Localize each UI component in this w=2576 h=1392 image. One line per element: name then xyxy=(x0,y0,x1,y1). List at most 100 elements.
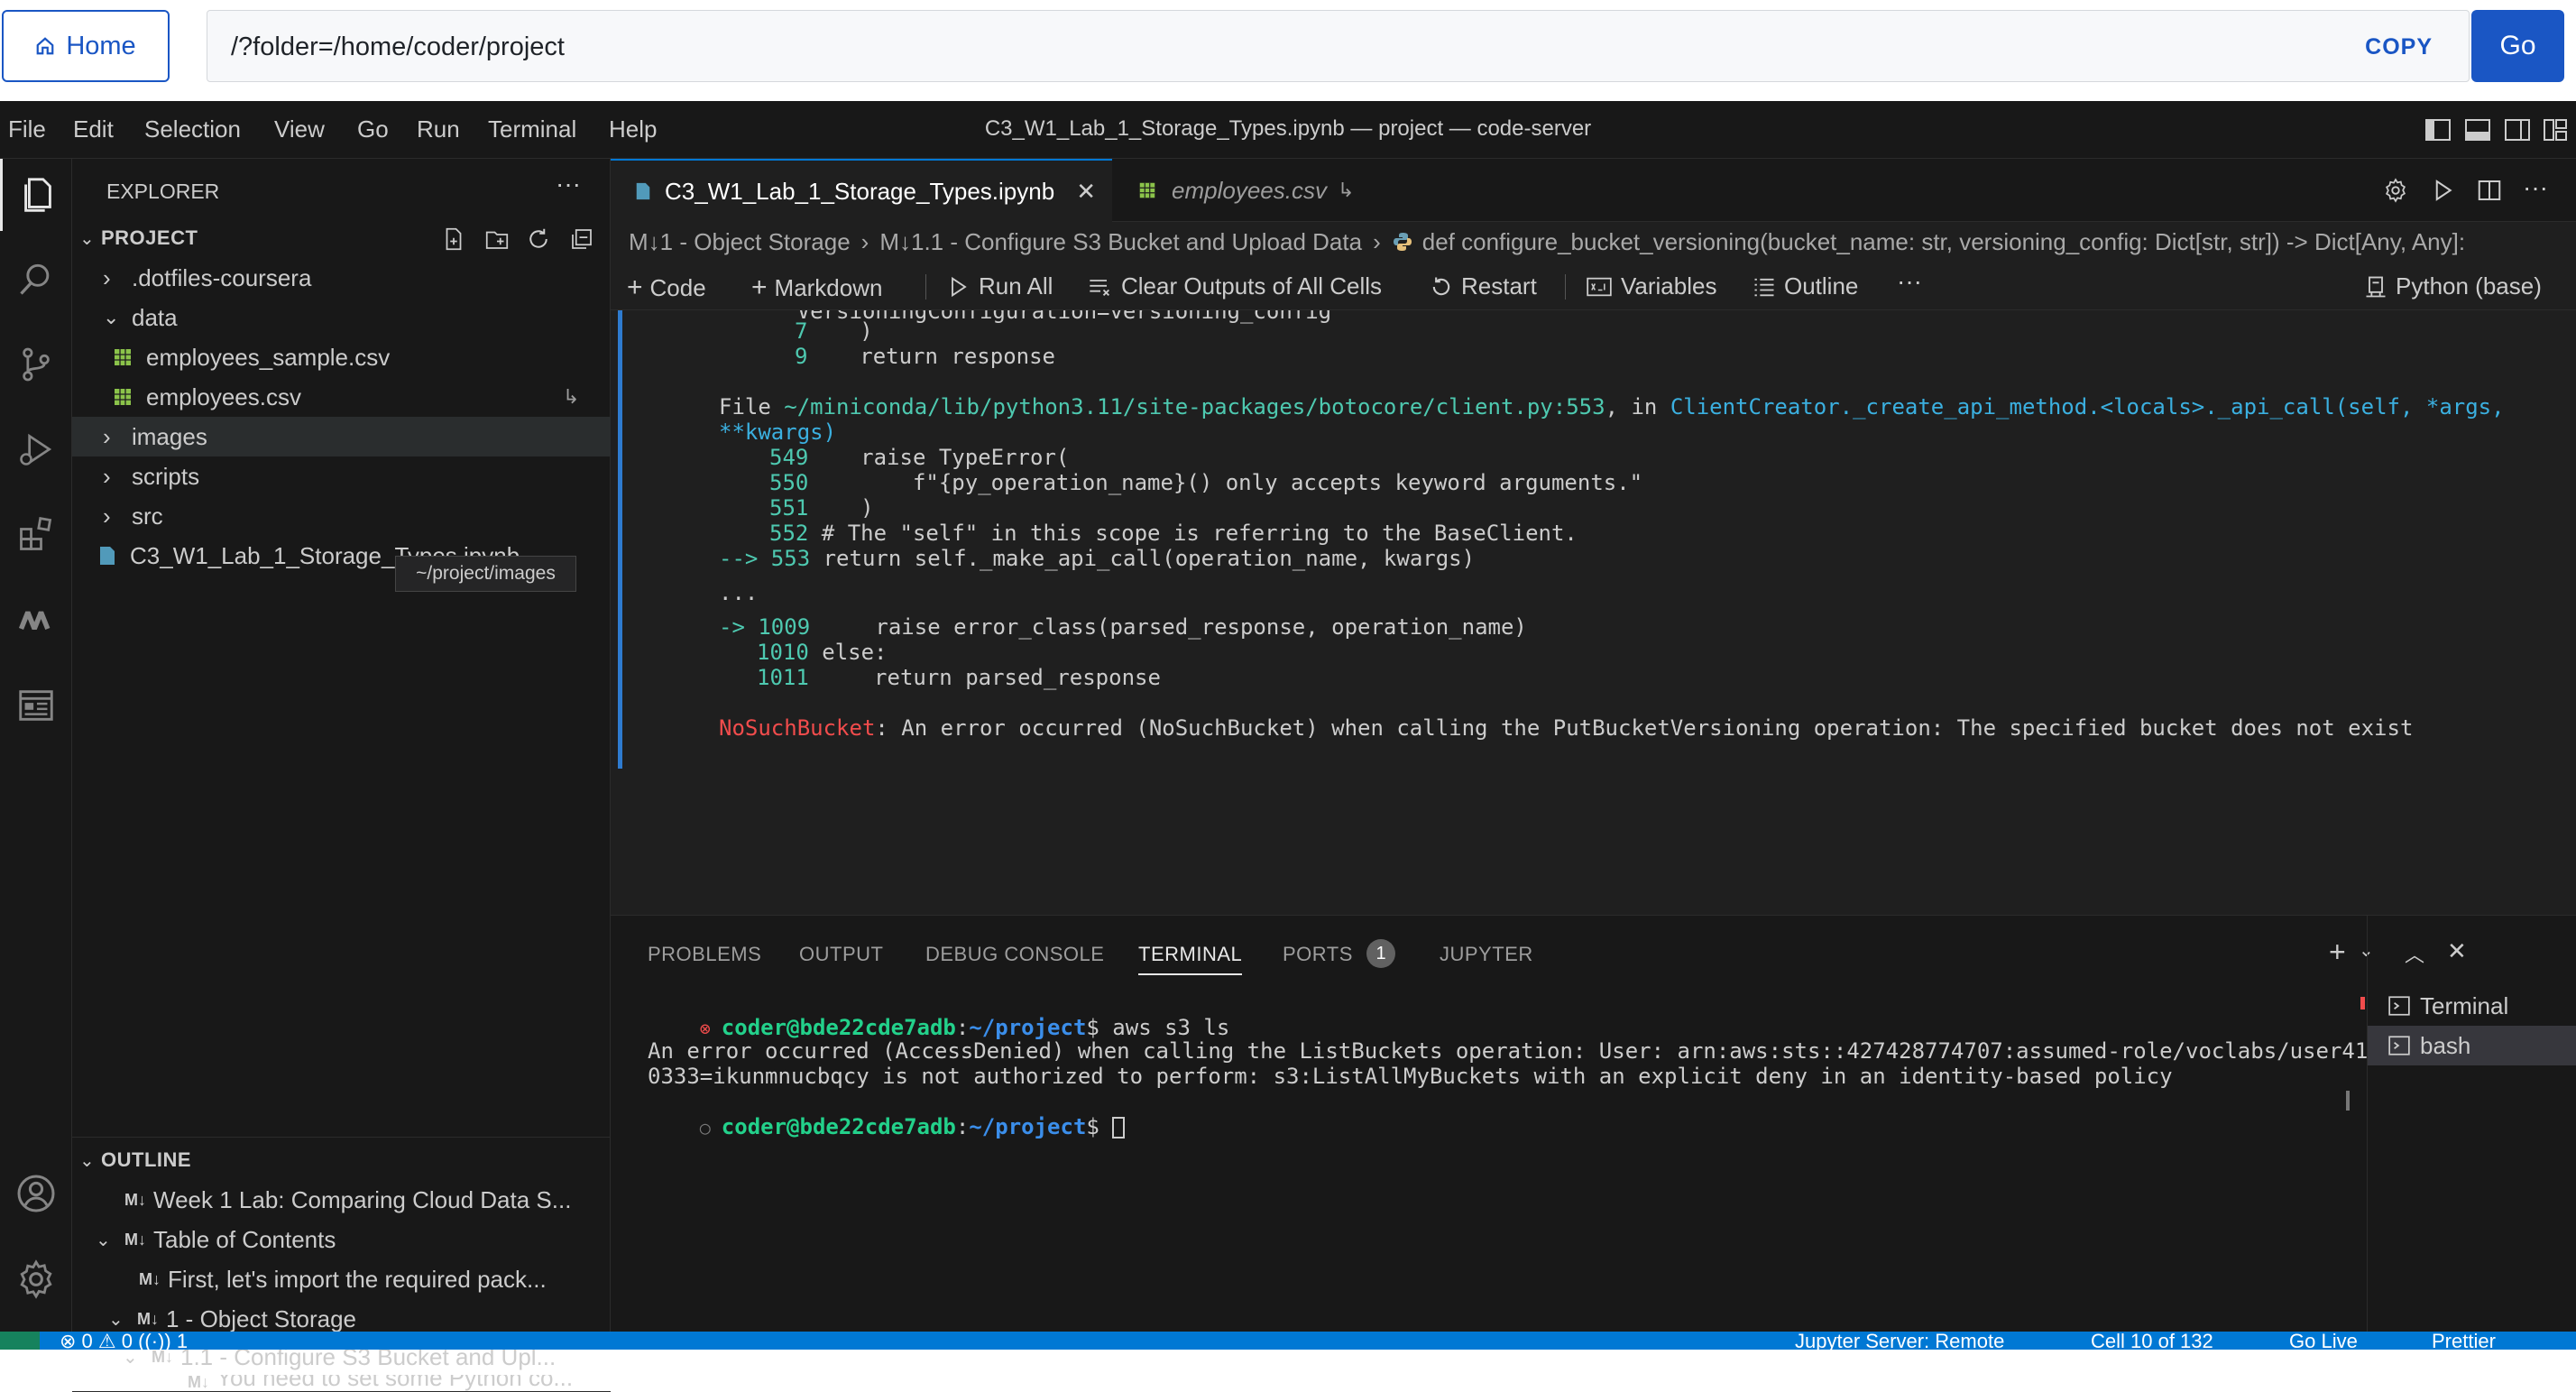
more-actions-icon[interactable]: ··· xyxy=(2523,173,2548,202)
terminal-line: ○ coder@bde22cde7adb:~/project$ xyxy=(621,1089,1126,1165)
notebook-toolbar: + Code + Markdown Run All Clear Outputs … xyxy=(611,262,2576,310)
tab-problems[interactable]: PROBLEMS xyxy=(648,943,761,966)
file-path-link[interactable]: ~/miniconda/lib/python3.11/site-packages… xyxy=(784,394,1605,419)
code-text: ) xyxy=(807,318,873,344)
copy-button[interactable]: COPY xyxy=(2365,34,2433,60)
extensions-icon[interactable] xyxy=(0,498,72,570)
tree-item-scripts[interactable]: › scripts xyxy=(72,456,611,496)
tab-terminal[interactable]: TERMINAL xyxy=(1138,943,1243,975)
go-button[interactable]: Go xyxy=(2471,10,2564,82)
variables-button[interactable]: Variables xyxy=(1585,272,1716,300)
tab-label: employees.csv xyxy=(1172,176,1327,204)
preview-panel-icon[interactable] xyxy=(0,669,72,742)
csv-file-icon xyxy=(1139,182,1155,198)
chevron-down-icon: ⌄ xyxy=(79,228,95,249)
close-icon[interactable]: ✕ xyxy=(1076,178,1096,206)
run-debug-icon[interactable] xyxy=(0,413,72,485)
tab-notebook[interactable]: C3_W1_Lab_1_Storage_Types.ipynb ✕ xyxy=(611,159,1112,222)
tree-item-images[interactable]: › images xyxy=(72,417,611,456)
outline-item-label: Table of Contents xyxy=(153,1225,336,1253)
markdown-icon: M↓ xyxy=(152,1347,173,1366)
chevron-down-icon: ⌄ xyxy=(103,306,120,328)
add-markdown-cell-button[interactable]: + Markdown xyxy=(751,272,882,303)
status-bar: ⊗ 0 ⚠ 0 ((·)) 1 Jupyter Server: Remote C… xyxy=(0,1332,2576,1350)
settings-gear-icon[interactable] xyxy=(2382,177,2409,204)
terminal-list-item[interactable]: bash xyxy=(2368,1026,2576,1065)
explorer-more-icon[interactable]: ··· xyxy=(556,170,581,198)
more-actions-icon[interactable]: ··· xyxy=(1897,267,1922,296)
split-editor-icon[interactable] xyxy=(2476,177,2503,204)
outline-item[interactable]: M↓ First, let's import the required pack… xyxy=(72,1259,611,1299)
problems-status[interactable]: ⊗ 0 ⚠ 0 ((·)) 1 xyxy=(60,1332,188,1350)
code-text: raise TypeError( xyxy=(808,445,1070,470)
clear-outputs-button[interactable]: Clear Outputs of All Cells xyxy=(1087,272,1382,300)
tab-employees-csv[interactable]: employees.csv ↳ xyxy=(1114,159,1401,222)
outline-section-header[interactable]: ⌄ OUTLINE xyxy=(72,1140,611,1180)
chevron-down-icon: ⌄ xyxy=(79,1150,95,1171)
home-button[interactable]: Home xyxy=(2,10,170,82)
tab-output[interactable]: OUTPUT xyxy=(799,943,883,966)
add-code-cell-button[interactable]: + Code xyxy=(627,272,706,303)
tab-ports[interactable]: PORTS xyxy=(1283,943,1353,966)
jupyter-server-status[interactable]: Jupyter Server: Remote xyxy=(1795,1332,2004,1350)
tree-item-label: employees.csv xyxy=(146,383,301,410)
restart-button[interactable]: Restart xyxy=(1429,272,1537,300)
toolbar-label: Clear Outputs of All Cells xyxy=(1121,272,1383,300)
tree-item-src[interactable]: › src xyxy=(72,496,611,536)
outline-item[interactable]: M↓ Week 1 Lab: Comparing Cloud Data S... xyxy=(72,1180,611,1220)
list-icon xyxy=(1754,278,1774,296)
terminal-scrollbar[interactable] xyxy=(2346,1091,2350,1111)
new-file-icon[interactable] xyxy=(440,226,467,253)
breadcrumb-item[interactable]: M↓1 - Object Storage xyxy=(629,228,851,256)
go-live-status[interactable]: Go Live xyxy=(2289,1332,2358,1350)
symlink-arrow-icon: ↳ xyxy=(563,385,580,408)
tree-item-data[interactable]: ⌄ data xyxy=(72,298,611,337)
explorer-sidebar: EXPLORER ··· ⌄ PROJECT › .dotfiles-cours… xyxy=(72,159,611,1392)
terminal-list-item[interactable]: Terminal xyxy=(2368,986,2576,1026)
url-input[interactable]: /?folder=/home/coder/project COPY xyxy=(207,10,2470,82)
tab-debug-console[interactable]: DEBUG CONSOLE xyxy=(925,943,1104,966)
search-icon[interactable] xyxy=(0,243,72,315)
terminal-cursor[interactable] xyxy=(1112,1117,1126,1138)
account-icon[interactable] xyxy=(0,1157,72,1230)
activity-bar xyxy=(0,159,72,1332)
ports-count-badge: 1 xyxy=(1366,939,1395,968)
outline-item[interactable]: M↓ You need to set some Python co... xyxy=(72,1375,611,1391)
outline-button[interactable]: Outline xyxy=(1752,272,1858,300)
code-text: return parsed_response xyxy=(808,665,1161,690)
tree-item-label: scripts xyxy=(132,462,200,490)
explorer-icon[interactable] xyxy=(0,159,72,231)
customize-layout-icon[interactable] xyxy=(2541,115,2570,144)
source-control-icon[interactable] xyxy=(0,328,72,401)
output-line: 9 return response xyxy=(719,344,1055,369)
kernel-label: Python (base) xyxy=(2396,272,2542,300)
cell-position-status[interactable]: Cell 10 of 132 xyxy=(2091,1332,2213,1350)
refresh-icon[interactable] xyxy=(525,226,552,253)
markdown-icon: M↓ xyxy=(188,1375,209,1391)
command-pending-icon: ○ xyxy=(699,1117,722,1138)
tree-item-employees-sample[interactable]: employees_sample.csv xyxy=(72,337,611,377)
remote-indicator[interactable] xyxy=(0,1332,40,1350)
breadcrumb-item[interactable]: def configure_bucket_versioning(bucket_n… xyxy=(1422,228,2465,256)
tree-item-employees[interactable]: employees.csv ↳ xyxy=(72,377,611,417)
toggle-panel-icon[interactable] xyxy=(2463,115,2492,144)
settings-gear-icon[interactable] xyxy=(0,1243,72,1315)
collapse-all-icon[interactable] xyxy=(568,226,595,253)
tree-item-dotfiles[interactable]: › .dotfiles-coursera xyxy=(72,258,611,298)
breadcrumb-item[interactable]: M↓1.1 - Configure S3 Bucket and Upload D… xyxy=(879,228,1362,256)
jupyter-powertoys-icon[interactable] xyxy=(0,583,72,655)
kernel-picker[interactable]: Python (base) xyxy=(2363,272,2542,300)
new-terminal-icon[interactable]: + xyxy=(2329,936,2346,969)
run-icon[interactable] xyxy=(2429,177,2456,204)
prettier-status[interactable]: Prettier xyxy=(2432,1332,2496,1350)
toggle-primary-sidebar-icon[interactable] xyxy=(2424,115,2452,144)
chevron-right-icon: › xyxy=(1373,227,1381,255)
terminal-list-marker xyxy=(2360,997,2365,1009)
tab-jupyter[interactable]: JUPYTER xyxy=(1440,943,1533,966)
terminal-icon xyxy=(2388,996,2410,1016)
toggle-secondary-sidebar-icon[interactable] xyxy=(2503,115,2532,144)
outline-item[interactable]: ⌄ M↓ Table of Contents xyxy=(72,1220,611,1259)
run-all-button[interactable]: Run All xyxy=(946,272,1053,300)
markdown-icon: M↓ xyxy=(139,1269,161,1288)
new-folder-icon[interactable] xyxy=(483,226,511,253)
